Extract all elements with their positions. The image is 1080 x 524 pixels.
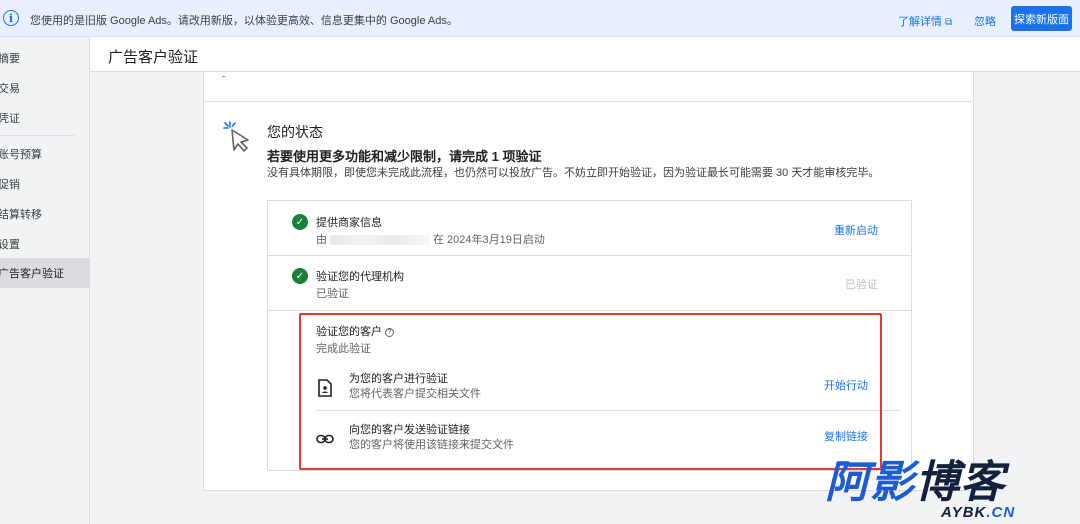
help-icon[interactable]: ? xyxy=(385,328,394,337)
sidebar-item-label: 广告客户验证 xyxy=(0,268,64,280)
watermark-main: 阿影博客 xyxy=(825,458,1005,508)
redacted-name xyxy=(330,235,430,246)
copy-link-button[interactable]: 复制链接 xyxy=(824,428,868,444)
learn-more-link[interactable]: 了解详情 ⧉ xyxy=(898,13,952,29)
restart-link[interactable]: 重新启动 xyxy=(834,222,878,238)
step-title: 验证您的客户? xyxy=(316,323,394,339)
watermark-logo: 阿影博客 AYBK.CN xyxy=(825,458,1065,522)
status-description: 没有具体期限，即使您未完成此流程，也仍然可以投放广告。不妨立即开始验证，因为验证… xyxy=(267,167,880,179)
document-person-icon xyxy=(318,379,332,397)
sidebar: 摘要 交易 凭证 账号预算 促销 结算转移 设置 广告客户验证 xyxy=(0,37,90,524)
explore-new-button[interactable]: 探索新版面 xyxy=(1011,6,1072,31)
sidebar-item-label: 结算转移 xyxy=(0,209,42,221)
option-description: 您将代表客户提交相关文件 xyxy=(349,388,481,400)
step-title: 验证您的代理机构 xyxy=(316,271,404,283)
check-circle-icon: ✓ xyxy=(292,214,308,230)
watermark-sub: AYBK.CN xyxy=(941,504,1015,521)
subtitle-suffix: 在 2024年3月19日启动 xyxy=(433,234,545,246)
watermark-blue-text: 阿影 xyxy=(825,457,915,508)
option-title: 向您的客户发送验证链接 xyxy=(349,424,470,436)
sidebar-item-budget[interactable]: 账号预算 xyxy=(0,139,89,169)
watermark-sub-blue: .CN xyxy=(986,504,1016,521)
option-description: 您的客户将使用该链接来提交文件 xyxy=(349,439,514,451)
sidebar-item-billing-transfer[interactable]: 结算转移 xyxy=(0,199,89,229)
status-headline: 若要使用更多功能和减少限制，请完成 1 项验证 xyxy=(267,149,542,164)
learn-more-label: 了解详情 xyxy=(898,16,942,28)
sidebar-item-transactions[interactable]: 交易 xyxy=(0,73,89,103)
external-link-icon: ⧉ xyxy=(945,17,953,28)
watermark-dark-text: 博客 xyxy=(915,457,1005,508)
truncated-link[interactable] xyxy=(222,66,225,78)
step-agency-verification: ✓ 验证您的代理机构 已验证 已验证 xyxy=(268,256,911,311)
verification-card: 您的状态 若要使用更多功能和减少限制，请完成 1 项验证 没有具体期限，即使您未… xyxy=(203,72,974,491)
page-header: 广告客户验证 xyxy=(90,37,1080,72)
step-subtitle: 已验证 xyxy=(316,288,349,300)
verified-status: 已验证 xyxy=(845,279,878,291)
sidebar-divider xyxy=(0,135,74,136)
info-icon: i xyxy=(3,10,19,26)
sidebar-item-summary[interactable]: 摘要 xyxy=(0,43,89,73)
banner-message: 您使用的是旧版 Google Ads。请改用新版，以体验更高效、信息更集中的 G… xyxy=(30,15,458,27)
sidebar-item-label: 摘要 xyxy=(0,53,20,65)
sidebar-item-documents[interactable]: 凭证 xyxy=(0,103,89,133)
sidebar-item-label: 设置 xyxy=(0,239,20,251)
sidebar-item-advertiser-verification[interactable]: 广告客户验证 xyxy=(0,258,89,288)
card-top-section xyxy=(204,72,973,102)
sidebar-item-promotions[interactable]: 促销 xyxy=(0,169,89,199)
step-subtitle: 由 在 2024年3月19日启动 xyxy=(316,231,545,247)
page-title: 广告客户验证 xyxy=(108,49,199,66)
sidebar-item-settings[interactable]: 设置 xyxy=(0,229,89,259)
step-subtitle: 完成此验证 xyxy=(316,343,371,355)
step-client-verification: 验证您的客户? 完成此验证 为您的客户进行验证 您将代表客户提交相关文件 开始行… xyxy=(268,311,911,471)
verification-steps: ✓ 提供商家信息 由 在 2024年3月19日启动 重新启动 ✓ 验证您的代理机构… xyxy=(267,200,912,471)
status-title: 您的状态 xyxy=(267,124,323,140)
sidebar-item-label: 账号预算 xyxy=(0,149,42,161)
check-circle-icon: ✓ xyxy=(292,268,308,284)
start-action-link[interactable]: 开始行动 xyxy=(824,377,868,393)
subtitle-prefix: 由 xyxy=(316,234,327,246)
option-title: 为您的客户进行验证 xyxy=(349,373,448,385)
ignore-link[interactable]: 忽略 xyxy=(974,13,996,29)
link-icon xyxy=(316,434,334,444)
step-title-text: 验证您的客户 xyxy=(316,326,382,338)
sidebar-item-label: 交易 xyxy=(0,83,20,95)
watermark-sub-dark: AYBK xyxy=(941,504,987,521)
option-send-link: 向您的客户发送验证链接 您的客户将使用该链接来提交文件 复制链接 xyxy=(316,412,901,462)
cursor-click-icon xyxy=(223,121,249,152)
option-verify-for-client: 为您的客户进行验证 您将代表客户提交相关文件 开始行动 xyxy=(316,361,901,411)
step-title: 提供商家信息 xyxy=(316,217,382,229)
notification-banner: i 您使用的是旧版 Google Ads。请改用新版，以体验更高效、信息更集中的… xyxy=(0,0,1080,37)
sidebar-item-label: 促销 xyxy=(0,179,20,191)
step-business-info: ✓ 提供商家信息 由 在 2024年3月19日启动 重新启动 xyxy=(268,201,911,256)
sidebar-item-label: 凭证 xyxy=(0,113,20,125)
